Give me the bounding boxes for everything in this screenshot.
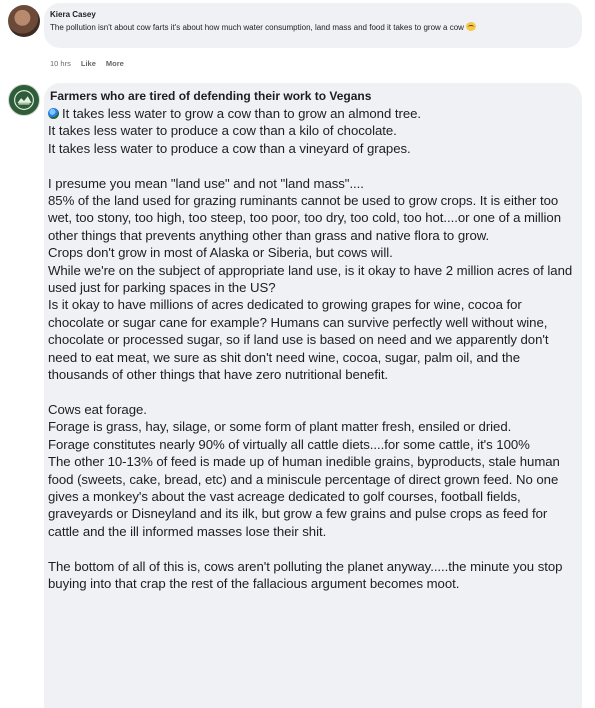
reply-author[interactable]: Farmers who are tired of defending their… — [50, 89, 371, 103]
comment-actions: 10 hrs Like More — [50, 59, 124, 68]
more-button[interactable]: More — [106, 59, 124, 68]
reply-paragraph-2: I presume you mean "land use" and not "l… — [48, 175, 573, 383]
comment-timestamp[interactable]: 10 hrs — [50, 59, 71, 68]
reply-paragraph-1: It takes less water to grow a cow than t… — [48, 106, 422, 156]
reply-paragraph-3: Cows eat forage. Forage is grass, hay, s… — [48, 401, 560, 539]
reply-text: It takes less water to grow a cow than t… — [48, 105, 576, 592]
farm-logo-icon — [10, 86, 38, 114]
comment-author[interactable]: Kiera Casey — [50, 10, 96, 19]
avatar-farmers-page[interactable] — [8, 84, 40, 116]
globe-icon — [48, 108, 59, 119]
avatar-kiera-casey[interactable] — [8, 5, 40, 37]
like-button[interactable]: Like — [81, 59, 96, 68]
comment-text: The pollution isn't about cow farts it's… — [50, 22, 575, 33]
reply-paragraph-4: The bottom of all of this is, cows aren'… — [48, 558, 563, 591]
hear-no-evil-monkey-icon — [465, 22, 476, 31]
